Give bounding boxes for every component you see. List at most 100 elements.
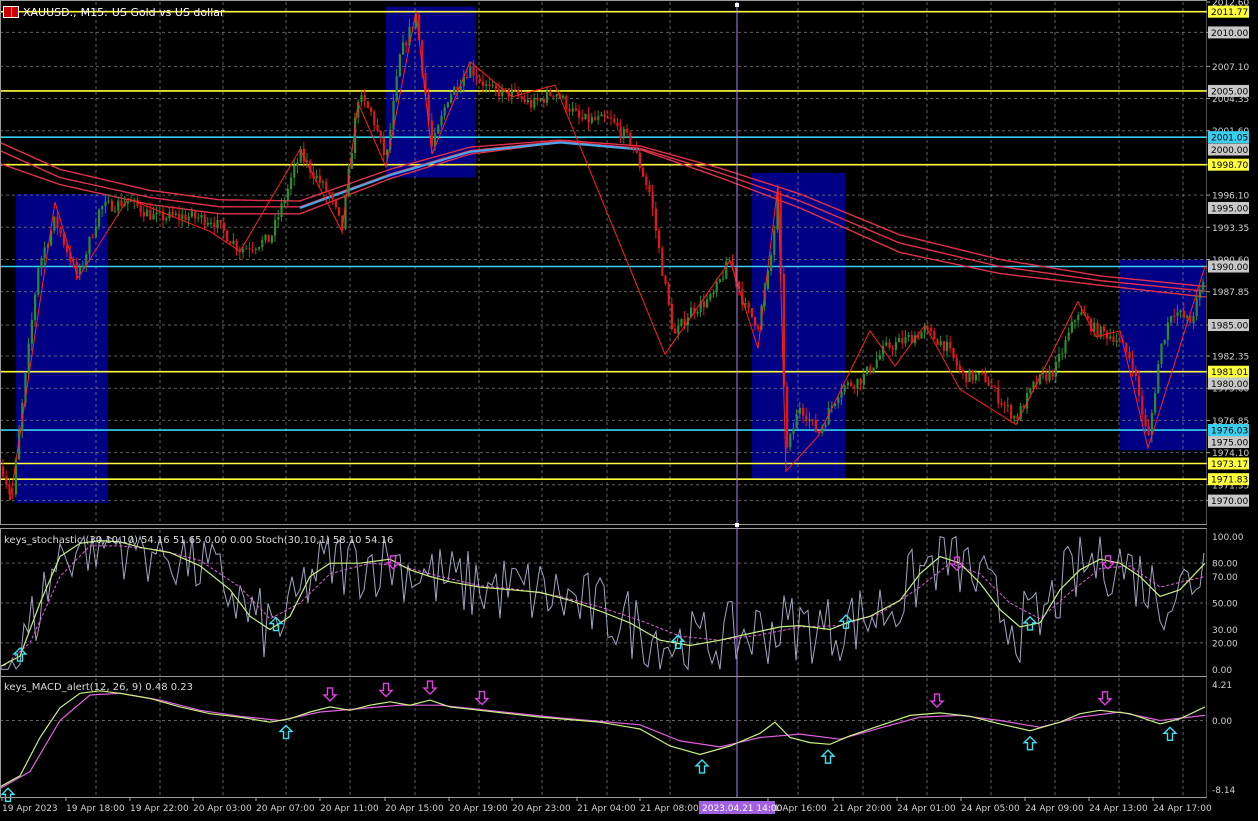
candle-body xyxy=(338,207,341,216)
candle-body xyxy=(274,219,277,236)
level-price-tag-label: 2000.00 xyxy=(1211,146,1248,156)
candle-body xyxy=(30,319,33,344)
candle-body xyxy=(491,85,494,87)
chart-title-bar: XAUUSD., M15: US Gold vs US dollar xyxy=(3,4,225,20)
candle-body xyxy=(376,124,379,131)
candle-body xyxy=(229,241,232,244)
candle-body xyxy=(616,122,619,127)
candle-body xyxy=(1170,315,1173,323)
time-tick-label: 19 Apr 18:00 xyxy=(66,804,125,814)
candle-body xyxy=(286,188,289,200)
candle-body xyxy=(706,299,709,308)
candle-body xyxy=(590,117,593,123)
crosshair-marker-top xyxy=(735,3,739,7)
candle-body xyxy=(658,230,661,249)
candle-body xyxy=(146,209,149,217)
candle-body xyxy=(712,292,715,295)
level-price-tag-label: 1980.00 xyxy=(1211,380,1248,390)
candle-body xyxy=(1070,321,1073,333)
candle-body xyxy=(1010,404,1013,419)
candle-body xyxy=(642,167,645,177)
candle-body xyxy=(552,95,555,97)
time-tick-label: 20 Apr 11:00 xyxy=(320,804,379,814)
candle-body xyxy=(11,493,14,495)
candle-body xyxy=(1115,340,1118,343)
candle-body xyxy=(1154,393,1157,413)
candle-body xyxy=(626,128,629,133)
candle-body xyxy=(1198,289,1201,299)
candle-body xyxy=(946,341,949,351)
candle-body xyxy=(2,466,5,477)
candle-body xyxy=(328,191,331,195)
candle-body xyxy=(210,222,213,224)
candle-body xyxy=(446,102,449,108)
candle-body xyxy=(664,275,667,284)
candle-body xyxy=(405,42,408,46)
candle-body xyxy=(440,115,443,126)
stochastic-tick-label: 30.00 xyxy=(1212,626,1238,636)
candle-body xyxy=(478,78,481,82)
candle-body xyxy=(101,206,104,210)
candle-body xyxy=(610,117,613,119)
candle-body xyxy=(584,113,587,120)
candle-body xyxy=(965,372,968,383)
candle-body xyxy=(1157,364,1160,394)
candle-body xyxy=(1000,403,1003,405)
level-price-tag-label: 1995.00 xyxy=(1211,204,1248,214)
candle-body xyxy=(1176,312,1179,317)
candle-body xyxy=(555,94,558,97)
candle-body xyxy=(117,200,120,211)
candle-body xyxy=(984,372,987,383)
candle-body xyxy=(805,415,808,421)
candle-body xyxy=(184,214,187,221)
candle-body xyxy=(370,107,373,112)
candle-body xyxy=(715,281,718,293)
candle-body xyxy=(1042,373,1045,375)
candle-body xyxy=(1182,310,1185,318)
candle-body xyxy=(792,428,795,434)
candle-body xyxy=(245,248,248,250)
candle-body xyxy=(645,176,648,186)
candle-body xyxy=(53,216,56,231)
candle-body xyxy=(786,386,789,448)
candle-body xyxy=(248,248,251,250)
candle-body xyxy=(43,247,46,259)
candle-body xyxy=(971,369,974,381)
trading-chart[interactable]: 2012.602010.002007.102004.352001.601998.… xyxy=(0,0,1258,821)
candle-body xyxy=(843,385,846,392)
candle-body xyxy=(1179,310,1182,313)
candle-body xyxy=(1003,404,1006,406)
candle-body xyxy=(232,240,235,244)
candle-body xyxy=(165,218,168,221)
time-tick-label: 19 Apr 22:00 xyxy=(130,804,189,814)
candle-body xyxy=(382,137,385,156)
price-tick-label: 1987.85 xyxy=(1212,288,1249,298)
candle-body xyxy=(94,226,97,238)
candle-body xyxy=(837,397,840,404)
candle-body xyxy=(571,108,574,112)
candle-body xyxy=(770,255,773,271)
candle-body xyxy=(293,165,296,178)
candle-body xyxy=(949,341,952,349)
candle-body xyxy=(216,219,219,228)
candle-body xyxy=(702,301,705,308)
candle-body xyxy=(1192,316,1195,324)
candle-body xyxy=(725,261,728,279)
candle-body xyxy=(488,84,491,87)
candle-body xyxy=(798,407,801,415)
time-tick-label: 20 Apr 15:00 xyxy=(385,804,444,814)
chart-menu-icon[interactable] xyxy=(3,6,19,18)
candle-body xyxy=(1077,314,1080,321)
candle-body xyxy=(514,89,517,91)
symbol-label: XAUUSD. xyxy=(23,5,74,19)
candle-body xyxy=(619,126,622,138)
level-price-tag-label: 1970.00 xyxy=(1211,497,1248,507)
candle-body xyxy=(898,338,901,343)
candle-body xyxy=(891,348,894,350)
candle-body xyxy=(622,128,625,138)
candle-body xyxy=(379,130,382,138)
candle-body xyxy=(507,88,510,97)
candle-body xyxy=(901,338,904,344)
candle-body xyxy=(888,342,891,349)
candle-body xyxy=(1144,414,1147,427)
